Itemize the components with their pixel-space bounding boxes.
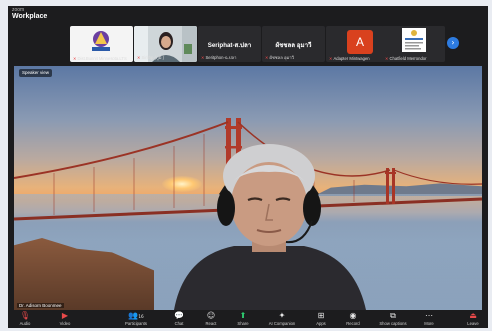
apps-icon: ⊞ — [317, 311, 325, 320]
participant-display-name: ผัชชลล อุมาวี — [275, 42, 312, 49]
participant-name: ✕Dist.Bunnit Minnesota.LTS — [73, 56, 127, 61]
active-speaker-video: Speaker view Dr. Adisorn Boonmee — [14, 66, 482, 310]
participant-tile[interactable]: ✕Sirithp (ภูมิ ) — [134, 26, 197, 62]
react-icon: ☺ — [206, 311, 216, 320]
chevron-right-icon[interactable]: › — [447, 37, 459, 49]
speaker-name-label: Dr. Adisorn Boonmee — [17, 303, 64, 308]
speaker-person-image — [174, 144, 366, 310]
share-button[interactable]: ⬆ Share — [232, 311, 254, 328]
avatar: A — [347, 30, 373, 54]
more-icon: ⋯ — [425, 311, 433, 320]
window-title: Workplace — [12, 13, 48, 20]
mic-muted-icon: ✕ — [201, 55, 205, 60]
participant-tile[interactable]: A ✕Adapter Mintwagen — [326, 26, 389, 62]
share-screen-icon: ⬆ — [239, 311, 247, 320]
mic-muted-icon: ✕ — [329, 56, 333, 61]
participants-icon: 👥16 — [128, 311, 144, 320]
ai-companion-icon: ✦ — [278, 311, 286, 320]
apps-button[interactable]: ⊞ Apps — [310, 311, 332, 328]
mic-muted-icon: ✕ — [73, 56, 77, 61]
participant-tile[interactable]: ผัชชลล อุมาวี ✕ผัชชลล อุมาวี — [262, 26, 325, 62]
leave-button[interactable]: ⏏ Leave — [462, 311, 484, 328]
show-captions-button[interactable]: ⧉ Show captions — [373, 311, 413, 328]
zoom-window: zoom Workplace ✕Dist.Bunnit Minnesota.LT… — [8, 6, 488, 328]
chat-button[interactable]: 💬 Chat — [168, 311, 190, 328]
title-bar: zoom Workplace — [8, 6, 488, 26]
audio-button[interactable]: 🎙 Audio — [14, 311, 36, 328]
mic-muted-icon: ✕ — [385, 56, 389, 61]
ai-companion-button[interactable]: ✦ AI Companion — [265, 311, 299, 328]
show-captions-icon: ⧉ — [390, 311, 396, 320]
video-muted-icon: ▶︎ — [61, 311, 69, 320]
react-button[interactable]: ☺ React — [200, 311, 222, 328]
record-icon: ◉ — [349, 311, 357, 320]
participant-name: ✕ผัชชลล อุมาวี — [265, 55, 294, 60]
participant-name: ✕Sirithp (ภูมิ ) — [137, 55, 165, 60]
record-button[interactable]: ◉ Record — [342, 311, 364, 328]
participant-tile[interactable]: Seriphat-ส.ปลา ✕Seritphon-ฉ.ปลา — [198, 26, 261, 62]
participant-tile[interactable]: ✕Chatfield Merrondor — [382, 26, 445, 62]
participant-name: ✕Adapter Mintwagen — [329, 56, 370, 61]
mic-muted-icon: ✕ — [137, 55, 141, 60]
participant-strip: ✕Dist.Bunnit Minnesota.LTS ✕Sirithp (ภูม… — [8, 26, 488, 66]
participant-tile[interactable]: ✕Dist.Bunnit Minnesota.LTS — [70, 26, 133, 62]
participant-name: ✕Chatfield Merrondor — [385, 56, 427, 61]
participant-display-name: Seriphat-ส.ปลา — [207, 42, 252, 49]
video-button[interactable]: ▶︎ Video — [54, 311, 76, 328]
participants-button[interactable]: 👥16 Participants — [118, 311, 154, 328]
mic-muted-icon: ✕ — [265, 55, 269, 60]
chat-icon: 💬 — [174, 311, 184, 320]
leave-icon: ⏏ — [469, 311, 477, 320]
microphone-muted-icon: 🎙 — [19, 311, 31, 320]
meeting-toolbar: 🎙 Audio ▶︎ Video 👥16 Participants 💬 Chat… — [8, 310, 488, 328]
more-button[interactable]: ⋯ More — [418, 311, 440, 328]
participant-name: ✕Seritphon-ฉ.ปลา — [201, 55, 237, 60]
view-label[interactable]: Speaker view — [19, 69, 53, 77]
